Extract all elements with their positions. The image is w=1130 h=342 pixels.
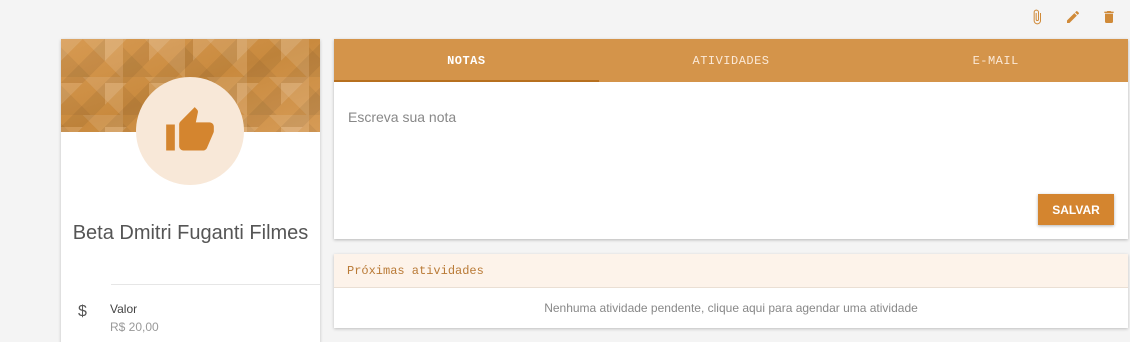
activities-title: Próximas atividades [334,254,1128,288]
thumbs-up-icon [166,107,214,151]
delete-button[interactable] [1100,8,1118,26]
dollar-icon: $ [78,303,87,320]
pencil-icon [1067,10,1080,23]
tab-bar: NOTAS ATIVIDADES E-MAIL [334,39,1128,82]
value-row: $ Valor R$ 20,00 [78,301,159,335]
schedule-activity-link[interactable]: Nenhuma atividade pendente, clique aqui … [334,288,1128,328]
profile-name: Beta Dmitri Fuganti Filmes [72,222,309,244]
tab-activities[interactable]: ATIVIDADES [599,39,864,82]
profile-card: Beta Dmitri Fuganti Filmes $ Valor R$ 20… [61,39,320,342]
divider [111,284,320,285]
value-label: Valor [110,302,138,316]
tab-notes[interactable]: NOTAS [334,39,599,82]
top-actions [1028,8,1118,26]
note-input[interactable] [348,105,1108,129]
trash-icon [1104,11,1114,23]
edit-button[interactable] [1064,8,1082,26]
tab-email[interactable]: E-MAIL [863,39,1128,82]
notes-card: NOTAS ATIVIDADES E-MAIL SALVAR [334,39,1128,239]
attach-button[interactable] [1028,8,1046,26]
activities-card: Próximas atividades Nenhuma atividade pe… [334,254,1128,328]
avatar [136,77,244,185]
value-amount: R$ 20,00 [110,320,159,334]
save-button[interactable]: SALVAR [1038,194,1114,225]
value-block: Valor R$ 20,00 [110,301,159,335]
paperclip-icon [1033,9,1041,25]
